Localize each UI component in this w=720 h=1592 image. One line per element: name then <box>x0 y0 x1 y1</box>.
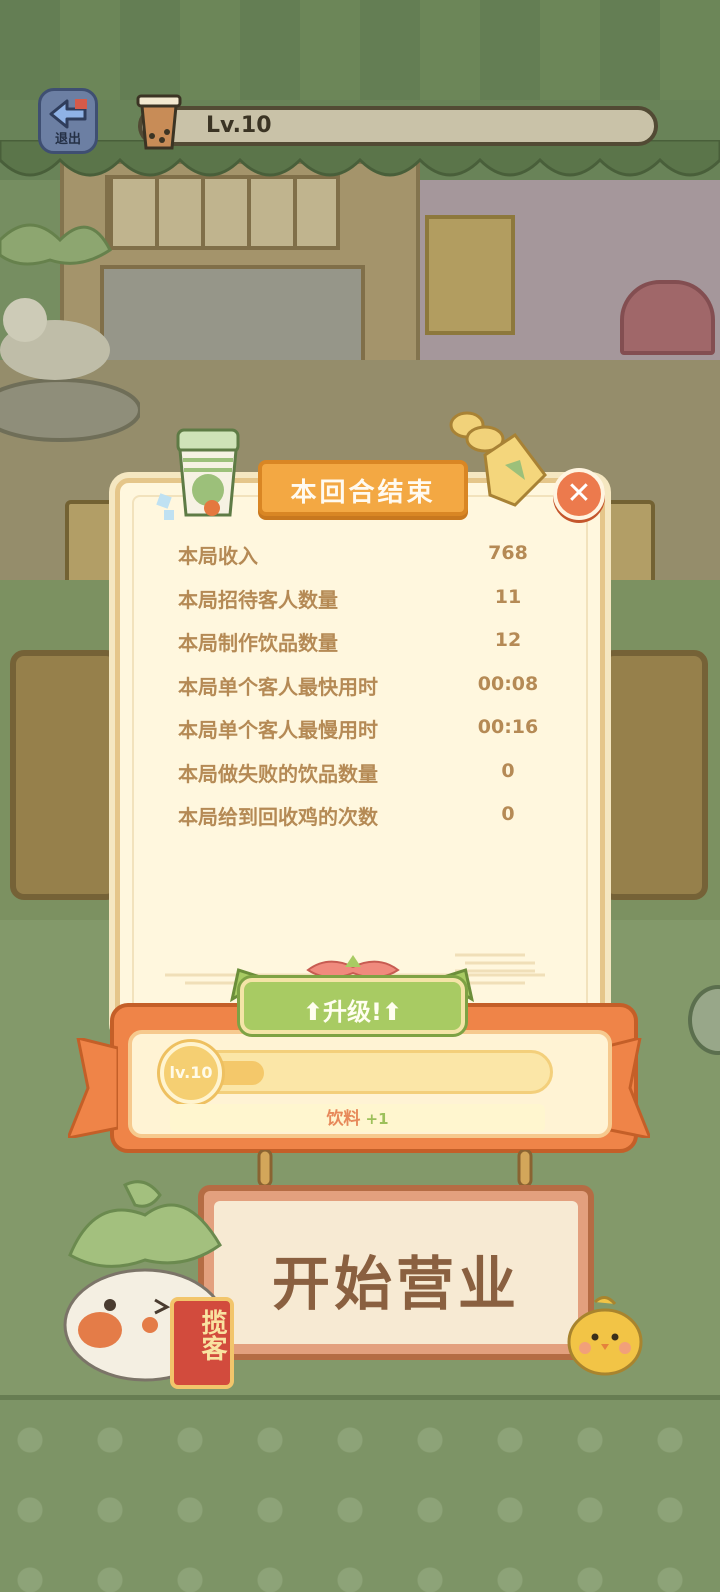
stat-label: 本局单个客人最快用时 <box>178 674 378 699</box>
stat-row-drinks-made: 本局制作饮品数量 12 <box>178 623 548 667</box>
stat-row-fastest: 本局单个客人最快用时 00:08 <box>178 667 548 711</box>
start-business-label: 开始营业 <box>271 1250 520 1318</box>
milk-tea-cup-icon <box>136 94 182 150</box>
player-level-text: Lv.10 <box>206 113 272 138</box>
round-stats-list: 本局收入 768 本局招待客人数量 11 本局制作饮品数量 12 本局单个客人最… <box>178 536 548 841</box>
reward-value: +1 <box>365 1110 389 1128</box>
chick-mascot <box>567 1296 643 1376</box>
stat-value: 0 <box>501 759 515 782</box>
upgrade-title: ⬆升级!⬆ <box>244 992 461 1027</box>
stat-row-failed: 本局做失败的饮品数量 0 <box>178 754 548 798</box>
drink-cup-decoration <box>156 428 240 520</box>
level-badge: lv.10 <box>160 1042 222 1104</box>
stat-row-recycle: 本局给到回收鸡的次数 0 <box>178 797 548 841</box>
small-up-arrow-icon: ⬆ <box>302 998 324 1026</box>
stat-label: 本局做失败的饮品数量 <box>178 761 378 786</box>
stat-value: 768 <box>488 542 528 564</box>
start-board-inner: 开始营业 <box>214 1201 578 1344</box>
stat-value: 00:16 <box>477 716 539 738</box>
dialog-title-banner: 本回合结束 <box>258 460 468 516</box>
start-business-button[interactable]: 开始营业 <box>198 1185 594 1360</box>
exit-button[interactable]: 退出 <box>38 88 98 154</box>
exit-label: 退出 <box>54 132 81 147</box>
close-icon: ✕ <box>566 476 592 511</box>
stat-row-slowest: 本局单个客人最慢用时 00:16 <box>178 710 548 754</box>
upgrade-banner: ⬆升级!⬆ <box>240 978 465 1034</box>
stat-label: 本局招待客人数量 <box>178 587 338 612</box>
attract-customers-button[interactable]: 揽客 <box>170 1297 234 1389</box>
upgrade-title-text: 升级! <box>323 998 382 1026</box>
small-up-arrow-icon: ⬆ <box>381 998 403 1026</box>
stat-row-customers: 本局招待客人数量 11 <box>178 580 548 624</box>
stat-label: 本局制作饮品数量 <box>178 631 338 655</box>
level-badge-text: lv.10 <box>169 1063 213 1082</box>
stat-label: 本局给到回收鸡的次数 <box>178 805 378 829</box>
back-arrow-icon <box>49 99 87 129</box>
stat-label: 本局收入 <box>178 544 258 568</box>
left-ribbon-decoration <box>68 1038 118 1138</box>
player-level-bar: Lv.10 <box>138 106 658 146</box>
stat-label: 本局单个客人最慢用时 <box>178 718 378 742</box>
reward-label: 饮料 <box>326 1109 361 1129</box>
stat-row-income: 本局收入 768 <box>178 536 548 580</box>
attract-customers-label: 揽客 <box>197 1309 227 1361</box>
stat-value: 0 <box>501 803 515 825</box>
upgrade-reward: 饮料 +1 <box>170 1104 545 1132</box>
dialog-title: 本回合结束 <box>290 478 436 508</box>
stat-value: 00:08 <box>477 672 539 695</box>
stat-value: 12 <box>494 629 522 651</box>
stat-value: 11 <box>494 585 522 608</box>
close-button[interactable]: ✕ <box>553 468 605 520</box>
